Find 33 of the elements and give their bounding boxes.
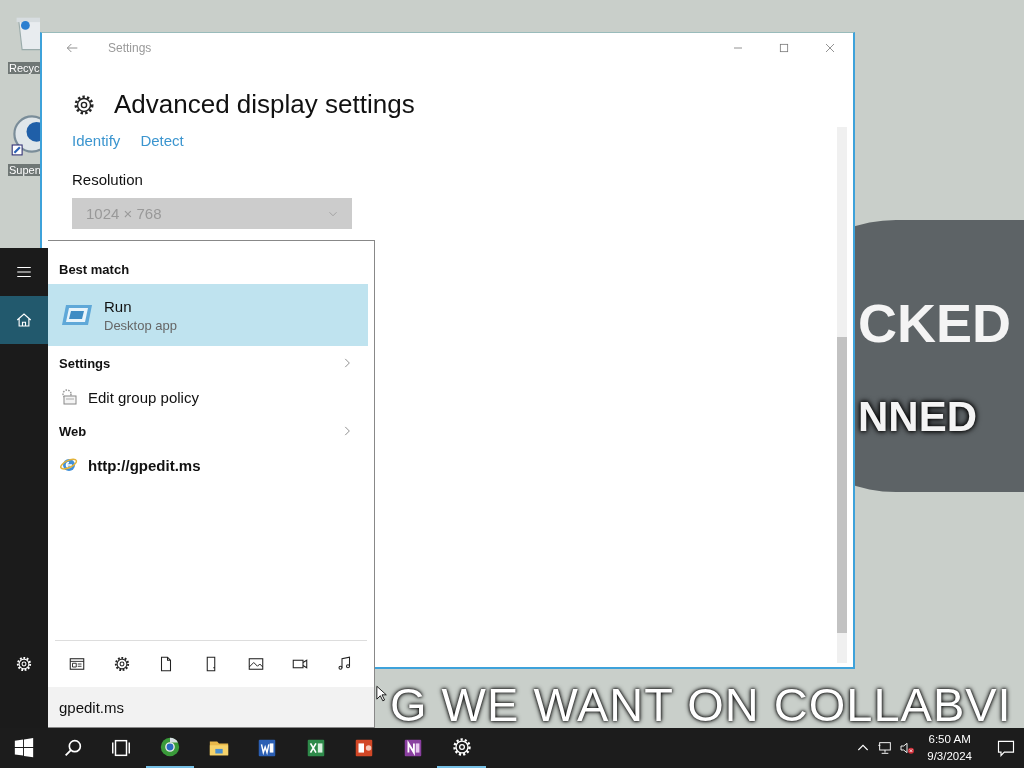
clock[interactable]: 6:50 AM 9/3/2024 [927,731,972,765]
settings-icon [450,736,473,758]
window-title: Settings [108,41,152,55]
result-item[interactable]: Edit group policy [48,380,368,414]
browser-icon [159,736,182,758]
scrollbar[interactable] [837,127,847,663]
icon-label: Recyc [8,62,41,74]
notifications-icon[interactable] [996,738,1016,758]
globe-icon [60,456,78,474]
field-label: Resolution [72,171,143,188]
wallpaper-text: CKED [858,296,1011,350]
search-field[interactable]: gpedit.ms [48,687,374,727]
icon-label: Supen [8,164,42,176]
section-heading: Settings [59,355,111,371]
windows-icon [13,737,36,759]
photos-filter-icon[interactable] [246,655,265,673]
result-subtitle: Desktop app [104,317,177,333]
apps-filter-icon[interactable] [68,655,87,673]
network-icon[interactable] [877,740,894,756]
wallpaper-text: NNED [858,396,977,438]
section-heading: Best match [59,261,130,277]
task-view-icon [110,737,133,759]
home-icon [15,311,33,329]
result-item[interactable]: Run Desktop app [48,284,368,346]
settings-filter-icon[interactable] [112,655,131,673]
settings-icon [15,655,33,673]
home-button[interactable] [0,296,48,344]
volume-muted-icon[interactable] [899,740,916,756]
result-item[interactable]: http://gpedit.ms [48,448,368,482]
section-heading: Web [59,423,87,439]
caption-text: G WE WANT ON COLLABVI [390,680,1012,730]
page-heading: Advanced display settings [114,89,415,120]
policy-icon [60,388,78,406]
